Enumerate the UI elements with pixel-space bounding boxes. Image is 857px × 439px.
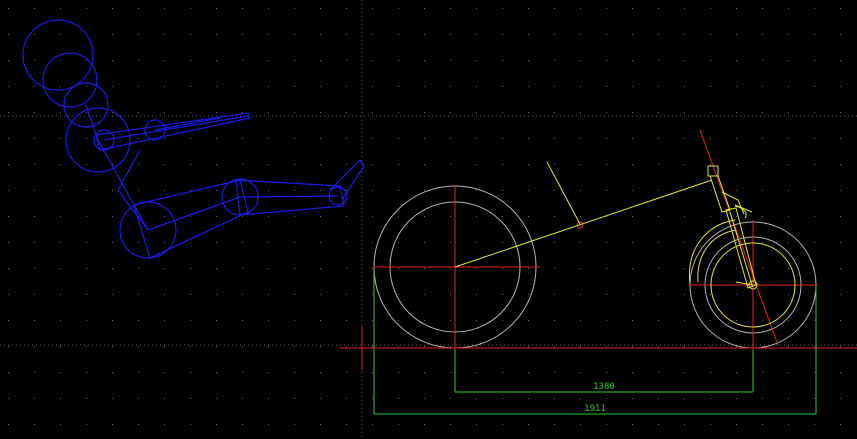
wheelbase-dimension-label: 1380: [593, 382, 615, 392]
overall-length-dimension-label: 1911: [584, 404, 606, 414]
cad-viewport[interactable]: 1380 1911: [0, 0, 857, 439]
cad-drawing-canvas[interactable]: 1380 1911: [0, 0, 857, 439]
